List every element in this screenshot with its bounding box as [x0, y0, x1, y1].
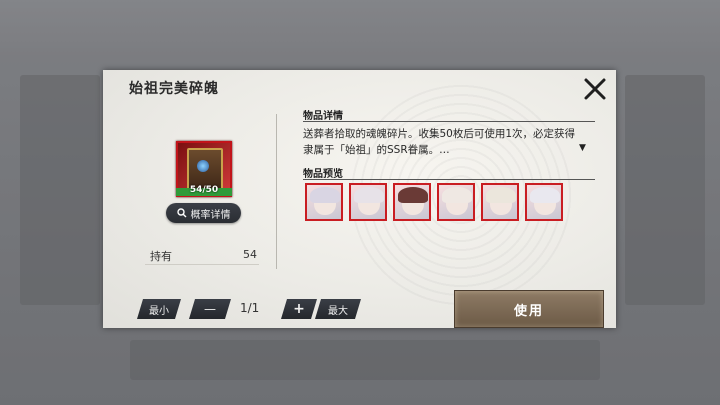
probability-details-button[interactable]: 概率详情 [166, 203, 241, 223]
holding-row: 持有 54 [145, 246, 259, 265]
close-icon [584, 78, 606, 100]
preview-character-list [305, 183, 563, 221]
item-description: 送葬者拾取的魂魄碎片。收集50枚后可使用1次，必定获得隶属于「始祖」的SSR眷属… [303, 128, 576, 156]
preview-character-1[interactable] [305, 183, 343, 221]
character-hair [442, 187, 472, 203]
min-button[interactable]: 最小 [137, 299, 181, 319]
item-count: 54/50 [189, 185, 219, 195]
preview-character-3[interactable] [393, 183, 431, 221]
max-button[interactable]: 最大 [315, 299, 361, 319]
preview-underline [303, 179, 595, 180]
character-hair [354, 187, 384, 203]
details-header: 物品详情 [303, 111, 343, 122]
character-hair [530, 187, 560, 203]
details-underline [303, 121, 595, 122]
plus-button[interactable]: + [281, 299, 317, 319]
dialog-title: 始祖完美碎魄 [129, 81, 219, 97]
divider [276, 114, 277, 269]
preview-character-5[interactable] [481, 183, 519, 221]
preview-character-4[interactable] [437, 183, 475, 221]
close-button[interactable] [582, 76, 608, 102]
quantity-bar: 最小 — 1/1 + 最大 使用 [103, 290, 616, 328]
holding-value: 54 [243, 248, 257, 261]
use-button[interactable]: 使用 [454, 290, 604, 328]
preview-character-2[interactable] [349, 183, 387, 221]
triangle-down-icon[interactable]: ▼ [579, 143, 586, 153]
character-hair [398, 187, 428, 203]
search-icon [176, 208, 186, 218]
preview-header: 物品预览 [303, 169, 343, 180]
character-hair [486, 187, 516, 203]
character-hair [310, 187, 340, 203]
holding-label: 持有 [150, 250, 172, 263]
minus-button[interactable]: — [189, 299, 231, 319]
quantity-value: 1/1 [240, 301, 260, 315]
preview-character-6[interactable] [525, 183, 563, 221]
probability-details-label: 概率详情 [190, 209, 231, 221]
